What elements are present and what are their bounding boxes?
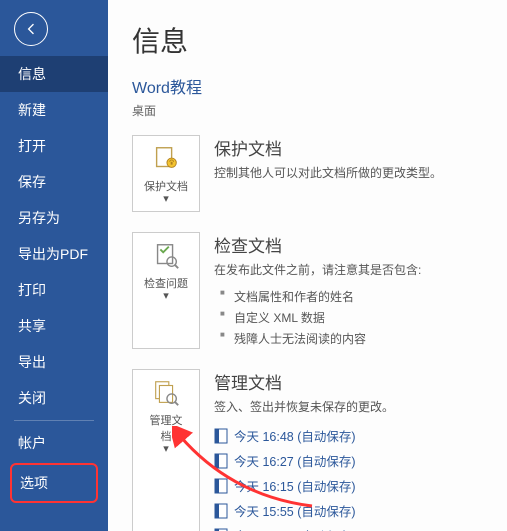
dropdown-icon: ▾ [163, 444, 169, 455]
dropdown-icon: ▾ [163, 291, 169, 302]
inspect-desc: 在发布此文件之前，请注意其是否包含: [214, 261, 493, 280]
inspect-block: 检查问题 ▾ 检查文档 在发布此文件之前，请注意其是否包含: 文档属性和作者的姓… [132, 232, 493, 349]
doc-path: 桌面 [132, 102, 493, 119]
nav-footer: 帐户选项 [0, 425, 108, 505]
manage-info: 管理文档 签入、签出并恢复未保存的更改。 今天 16:48 (自动保存)今天 1… [214, 369, 493, 531]
version-item[interactable]: 今天 16:15 (自动保存) [214, 473, 493, 498]
nav-divider [14, 420, 94, 421]
manage-tile-label: 管理文 档 [150, 412, 183, 444]
back-arrow-icon [23, 21, 39, 37]
word-doc-icon [214, 478, 228, 494]
version-item[interactable]: 今天 15:45 (自动保存) [214, 523, 493, 531]
protect-heading: 保护文档 [214, 135, 493, 160]
file-backstage: 信息新建打开保存另存为导出为PDF打印共享导出关闭 帐户选项 信息 Word教程… [0, 0, 507, 531]
nav-item[interactable]: 帐户 [0, 425, 108, 461]
nav-item[interactable]: 新建 [0, 92, 108, 128]
version-item[interactable]: 今天 16:48 (自动保存) [214, 423, 493, 448]
nav-item[interactable]: 另存为 [0, 200, 108, 236]
doc-name[interactable]: Word教程 [132, 74, 493, 98]
version-item[interactable]: 今天 16:27 (自动保存) [214, 448, 493, 473]
version-item[interactable]: 今天 15:55 (自动保存) [214, 498, 493, 523]
nav-item[interactable]: 打印 [0, 272, 108, 308]
nav-primary: 信息新建打开保存另存为导出为PDF打印共享导出关闭 [0, 56, 108, 416]
nav-item[interactable]: 共享 [0, 308, 108, 344]
manage-icon [151, 378, 181, 408]
inspect-icon [151, 241, 181, 271]
nav-item[interactable]: 打开 [0, 128, 108, 164]
page-title: 信息 [132, 20, 493, 60]
inspect-bullets: 文档属性和作者的姓名自定义 XML 数据残障人士无法阅读的内容 [214, 286, 493, 349]
backstage-sidebar: 信息新建打开保存另存为导出为PDF打印共享导出关闭 帐户选项 [0, 0, 108, 531]
nav-item[interactable]: 选项 [10, 463, 98, 503]
inspect-info: 检查文档 在发布此文件之前，请注意其是否包含: 文档属性和作者的姓名自定义 XM… [214, 232, 493, 349]
nav-item[interactable]: 导出 [0, 344, 108, 380]
inspect-tile-label: 检查问题 [144, 275, 188, 291]
word-doc-icon [214, 453, 228, 469]
protect-icon [151, 144, 181, 174]
manage-block: 管理文 档 ▾ 管理文档 签入、签出并恢复未保存的更改。 今天 16:48 (自… [132, 369, 493, 531]
manage-desc: 签入、签出并恢复未保存的更改。 [214, 398, 493, 417]
word-doc-icon [214, 428, 228, 444]
inspect-heading: 检查文档 [214, 232, 493, 257]
nav-item[interactable]: 保存 [0, 164, 108, 200]
manage-heading: 管理文档 [214, 369, 493, 394]
inspect-bullet: 自定义 XML 数据 [214, 307, 493, 328]
back-button[interactable] [14, 12, 48, 46]
version-list: 今天 16:48 (自动保存)今天 16:27 (自动保存)今天 16:15 (… [214, 423, 493, 531]
nav-item[interactable]: 导出为PDF [0, 236, 108, 272]
protect-desc: 控制其他人可以对此文档所做的更改类型。 [214, 164, 493, 183]
nav-item[interactable]: 信息 [0, 56, 108, 92]
manage-document-tile[interactable]: 管理文 档 ▾ [132, 369, 200, 531]
protect-document-tile[interactable]: 保护文档 ▾ [132, 135, 200, 212]
protect-block: 保护文档 ▾ 保护文档 控制其他人可以对此文档所做的更改类型。 [132, 135, 493, 212]
protect-tile-label: 保护文档 [144, 178, 188, 194]
main-panel: 信息 Word教程 桌面 保护文档 ▾ 保护文档 控制其他人可以对此文档所做的更… [108, 0, 507, 531]
inspect-document-tile[interactable]: 检查问题 ▾ [132, 232, 200, 349]
nav-item[interactable]: 关闭 [0, 380, 108, 416]
protect-info: 保护文档 控制其他人可以对此文档所做的更改类型。 [214, 135, 493, 212]
inspect-bullet: 文档属性和作者的姓名 [214, 286, 493, 307]
dropdown-icon: ▾ [163, 194, 169, 205]
inspect-bullet: 残障人士无法阅读的内容 [214, 328, 493, 349]
word-doc-icon [214, 503, 228, 519]
